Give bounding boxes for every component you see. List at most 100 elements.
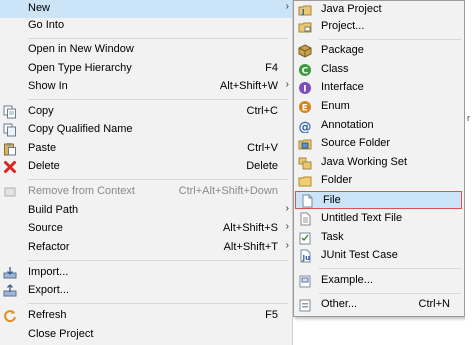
folder-icon [298, 174, 312, 188]
submenu-item-annotation[interactable]: @ Annotation [294, 117, 464, 135]
menu-item-label: Remove from Context [28, 185, 135, 197]
submenu-item-other[interactable]: Other... Ctrl+N [294, 296, 464, 314]
submenu-item-class[interactable]: C Class [294, 61, 464, 79]
project-icon [298, 20, 312, 34]
submenu-item-junit-test-case[interactable]: Ju JUnit Test Case [294, 247, 464, 265]
menu-item-refactor[interactable]: Refactor Alt+Shift+T › [0, 239, 292, 257]
menu-item-close-project[interactable]: Close Project [0, 326, 292, 344]
context-menu: New › Go Into Open in New Window Open Ty… [0, 0, 293, 345]
export-icon [3, 284, 17, 298]
menu-item-label: Refactor [28, 241, 70, 253]
submenu-item-label: Interface [321, 81, 364, 93]
submenu-item-label: Untitled Text File [321, 212, 403, 224]
submenu-arrow-icon: › [285, 203, 289, 214]
menu-item-delete[interactable]: Delete Delete [0, 158, 292, 176]
menu-item-label: Import... [28, 266, 69, 278]
menu-item-export[interactable]: Export... [0, 282, 292, 300]
source-folder-icon [298, 137, 312, 151]
submenu-item-file[interactable]: File [295, 191, 462, 209]
class-icon: C [298, 63, 312, 77]
svg-text:@: @ [299, 120, 312, 133]
remove-context-icon [3, 185, 17, 199]
background-window-edge: r [465, 0, 474, 345]
menu-item-shortcut: Ctrl+V [247, 142, 278, 154]
menu-item-shortcut: Alt+Shift+T [223, 241, 278, 253]
task-icon [298, 231, 312, 245]
menu-item-source[interactable]: Source Alt+Shift+S › [0, 220, 292, 238]
submenu-item-label: Enum [321, 100, 350, 112]
submenu-item-example[interactable]: Example... [294, 272, 464, 290]
menu-item-shortcut: Ctrl+Alt+Shift+Down [178, 185, 278, 197]
submenu-arrow-icon: › [285, 240, 289, 251]
menu-item-shortcut: F5 [265, 309, 278, 321]
menu-separator [319, 293, 461, 294]
menu-separator [28, 260, 288, 261]
file-icon [300, 194, 314, 208]
example-icon [298, 274, 312, 288]
background-glyph: r [467, 113, 470, 123]
submenu-arrow-icon: › [285, 1, 289, 12]
submenu-item-label: Package [321, 44, 364, 56]
submenu-item-enum[interactable]: E Enum [294, 98, 464, 116]
menu-item-label: New [28, 2, 51, 14]
menu-item-copy-qualified-name[interactable]: Copy Qualified Name [0, 121, 292, 139]
menu-item-paste[interactable]: Paste Ctrl+V [0, 140, 292, 158]
menu-item-open-type-hierarchy[interactable]: Open Type Hierarchy F4 [0, 60, 292, 78]
menu-item-label: Copy [28, 105, 54, 117]
submenu-item-label: Task [321, 231, 344, 243]
submenu-item-label: Annotation [321, 119, 374, 131]
menu-item-label: Copy Qualified Name [28, 123, 133, 135]
submenu-item-label: Java Project [321, 3, 382, 15]
submenu-item-shortcut: Ctrl+N [418, 298, 450, 310]
copy-qualified-icon [3, 123, 17, 137]
submenu-item-label: Java Working Set [321, 156, 408, 168]
submenu-item-package[interactable]: Package [294, 42, 464, 60]
menu-item-shortcut: F4 [265, 62, 278, 74]
copy-icon [3, 105, 17, 119]
delete-icon [3, 160, 17, 174]
menu-item-new[interactable]: New › [0, 0, 292, 18]
menu-item-label: Export... [28, 284, 69, 296]
menu-item-shortcut: Ctrl+C [246, 105, 278, 117]
menu-item-import[interactable]: Import... [0, 264, 292, 282]
menu-item-label: Show In [28, 80, 68, 92]
menu-item-shortcut: Alt+Shift+W [219, 80, 278, 92]
junit-icon: Ju [298, 249, 312, 263]
svg-text:I: I [303, 85, 306, 95]
submenu-item-source-folder[interactable]: Source Folder [294, 135, 464, 153]
menu-separator [28, 303, 288, 304]
submenu-item-java-project[interactable]: J Java Project [294, 1, 464, 19]
submenu-item-label: Example... [321, 274, 373, 286]
submenu-item-java-working-set[interactable]: Java Working Set [294, 154, 464, 172]
submenu-item-untitled-text-file[interactable]: Untitled Text File [294, 210, 464, 228]
submenu-item-label: Folder [321, 174, 353, 186]
menu-item-show-in[interactable]: Show In Alt+Shift+W › [0, 78, 292, 96]
menu-item-label: Close Project [28, 328, 94, 340]
submenu-arrow-icon: › [285, 79, 289, 90]
svg-text:E: E [302, 104, 308, 114]
menu-item-open-in-new-window[interactable]: Open in New Window [0, 41, 292, 59]
menu-item-build-path[interactable]: Build Path › [0, 202, 292, 220]
menu-separator [28, 99, 288, 100]
submenu-item-label: Other... [321, 298, 358, 310]
menu-item-copy[interactable]: Copy Ctrl+C [0, 103, 292, 121]
menu-item-label: Open in New Window [28, 43, 134, 55]
menu-item-shortcut: Delete [246, 160, 278, 172]
menu-item-remove-from-context[interactable]: Remove from Context Ctrl+Alt+Shift+Down [0, 183, 292, 201]
submenu-item-folder[interactable]: Folder [294, 172, 464, 190]
menu-item-label: Refresh [28, 309, 67, 321]
working-set-icon [298, 156, 312, 170]
submenu-item-interface[interactable]: I Interface [294, 79, 464, 97]
submenu-item-task[interactable]: Task [294, 229, 464, 247]
svg-text:J: J [301, 8, 305, 16]
submenu-item-label: JUnit Test Case [321, 249, 398, 261]
menu-item-shortcut: Alt+Shift+S [222, 222, 278, 234]
menu-item-go-into[interactable]: Go Into [0, 17, 292, 35]
java-project-icon: J [298, 3, 312, 17]
submenu-item-project[interactable]: Project... [294, 18, 464, 36]
menu-item-label: Open Type Hierarchy [28, 62, 132, 74]
menu-item-refresh[interactable]: Refresh F5 [0, 307, 292, 325]
menu-item-label: Go Into [28, 19, 65, 31]
svg-text:C: C [302, 67, 309, 77]
refresh-icon [3, 309, 17, 323]
